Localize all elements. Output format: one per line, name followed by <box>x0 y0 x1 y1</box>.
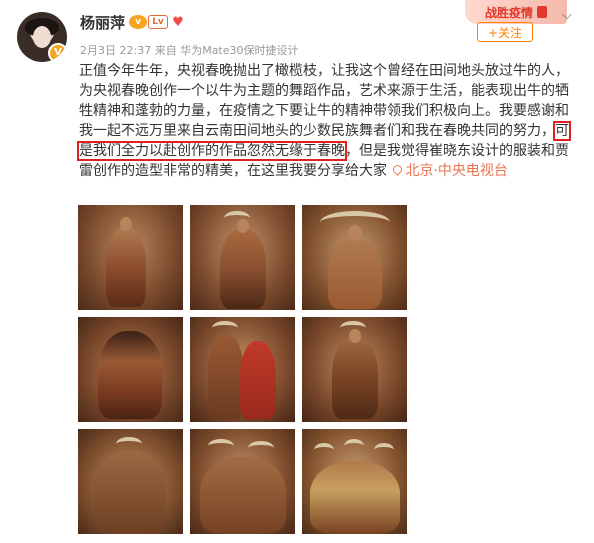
chevron-down-icon[interactable]: ⌵ <box>562 8 572 23</box>
location-pin-icon <box>391 163 405 176</box>
flag-icon <box>537 6 547 18</box>
post-text: 正值今年牛年，央视春晚抛出了橄榄枝，让我这个曾经在田间地头放过牛的人，为央视春晚… <box>77 61 579 181</box>
location-label: 北京·中央电视台 <box>405 163 508 179</box>
post-time[interactable]: 2月3日 22:37 <box>80 44 151 57</box>
verified-v-icon: V <box>48 43 67 62</box>
avatar[interactable]: V <box>17 12 67 62</box>
photo-9[interactable] <box>302 429 407 534</box>
post-text-part1: 正值今年牛年，央视春晚抛出了橄榄枝，让我这个曾经在田间地头放过牛的人，为央视春晚… <box>79 63 569 139</box>
highlighted-text-b: 是我们全力以赴创作的作品忽然无缘于春晚 <box>77 141 347 161</box>
photo-2[interactable] <box>190 205 295 310</box>
device-source[interactable]: 华为Mate30保时捷设计 <box>180 44 298 57</box>
location-link[interactable]: 北京·中央电视台 <box>391 163 508 179</box>
highlighted-text-a: 可 <box>553 121 571 141</box>
photo-8[interactable] <box>190 429 295 534</box>
promo-banner[interactable]: 战胜疫情 <box>465 0 567 24</box>
photo-7[interactable] <box>78 429 183 534</box>
follow-button[interactable]: +关注 <box>477 22 533 42</box>
avatar-face <box>33 26 51 48</box>
from-label: 来自 <box>154 44 177 57</box>
user-name[interactable]: 杨丽萍 <box>80 12 125 33</box>
promo-text: 战胜疫情 <box>484 5 533 20</box>
photo-4[interactable] <box>78 317 183 422</box>
heart-icon[interactable]: ♥ <box>170 15 186 30</box>
photo-5[interactable] <box>190 317 295 422</box>
vip-badge-icon[interactable]: v <box>129 15 147 29</box>
post-meta: 2月3日 22:37 来自 华为Mate30保时捷设计 <box>80 42 299 58</box>
level-badge-icon[interactable]: Lv <box>148 15 168 29</box>
photo-6[interactable] <box>302 317 407 422</box>
photo-3[interactable] <box>302 205 407 310</box>
photo-1[interactable] <box>78 205 183 310</box>
